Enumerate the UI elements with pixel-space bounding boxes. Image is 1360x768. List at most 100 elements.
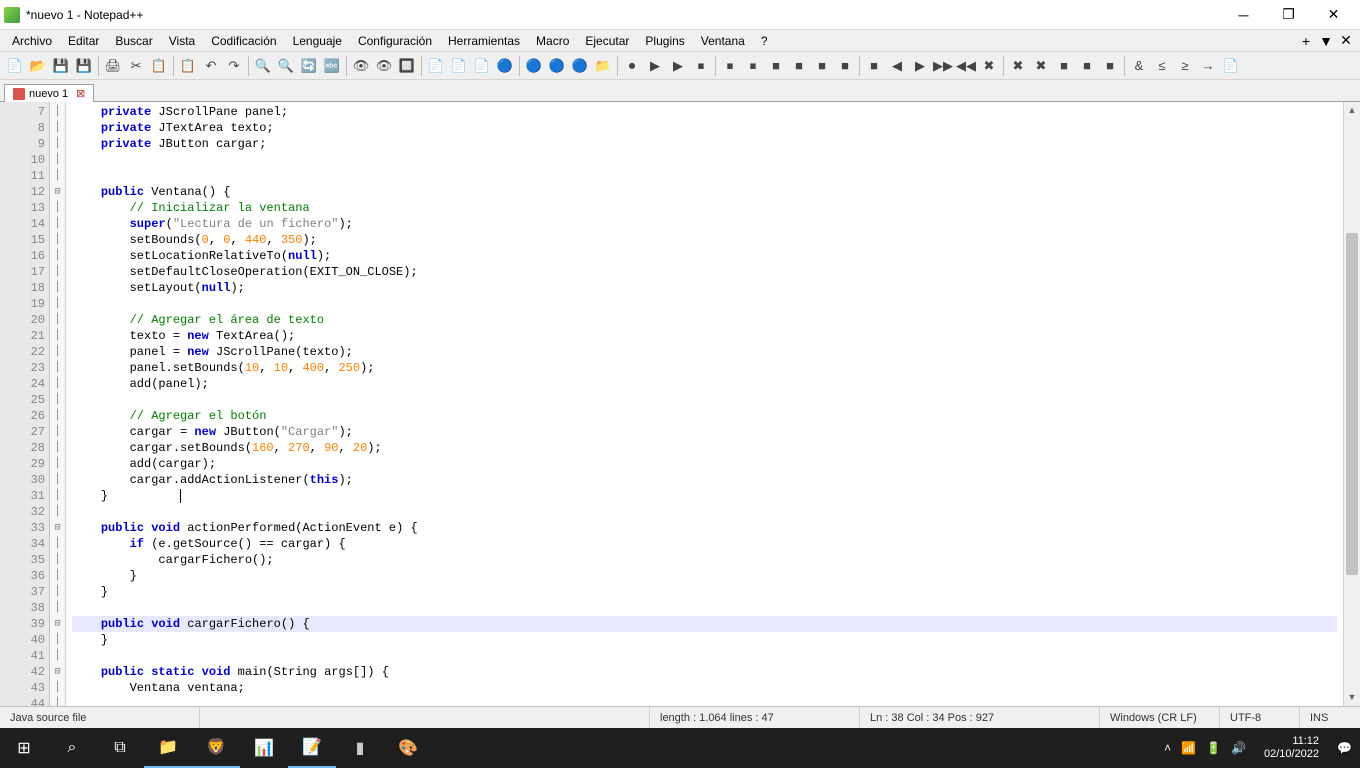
toolbar-btn-21[interactable]: 🔵 (523, 55, 545, 77)
powerpoint-icon[interactable]: 📊 (240, 728, 288, 768)
menu-plus-icon[interactable]: + (1296, 33, 1316, 49)
menu-herramientas[interactable]: Herramientas (440, 32, 528, 50)
status-encoding[interactable]: UTF-8 (1220, 707, 1300, 728)
menu-codificacion[interactable]: Codificación (203, 32, 284, 50)
toolbar-btn-25[interactable]: ⏺ (621, 55, 643, 77)
toolbar-btn-12[interactable]: 🔄 (298, 55, 320, 77)
status-mode[interactable]: INS (1300, 707, 1360, 728)
toolbar-btn-7[interactable]: 📋 (177, 55, 199, 77)
toolbar-btn-41[interactable]: ✖ (1007, 55, 1029, 77)
fold-gutter[interactable]: │││││⊟││││││││││││││││││││⊟│││││⊟││⊟│││ (50, 102, 66, 706)
toolbar-btn-13[interactable]: 🔤 (321, 55, 343, 77)
toolbar-btn-30[interactable]: ⏹ (742, 55, 764, 77)
toolbar-btn-14[interactable]: 👁 (350, 55, 372, 77)
editor[interactable]: 7891011121314151617181920212223242526272… (0, 102, 1360, 706)
toolbar-btn-33[interactable]: ■ (811, 55, 833, 77)
toolbar-btn-36[interactable]: ◀ (886, 55, 908, 77)
toolbar-btn-17[interactable]: 📄 (425, 55, 447, 77)
toolbar-btn-32[interactable]: ■ (788, 55, 810, 77)
toolbar-btn-15[interactable]: 👁 (373, 55, 395, 77)
toolbar-btn-34[interactable]: ■ (834, 55, 856, 77)
toolbar-btn-47[interactable]: ≤ (1151, 55, 1173, 77)
scroll-up-icon[interactable]: ▲ (1344, 102, 1360, 119)
menu-help[interactable]: ? (753, 32, 776, 50)
notifications-icon[interactable]: 💬 (1337, 741, 1352, 755)
toolbar-btn-1[interactable]: 📂 (27, 55, 49, 77)
paint-icon[interactable]: 🎨 (384, 728, 432, 768)
toolbar-btn-5[interactable]: ✂ (125, 55, 147, 77)
start-button[interactable]: ⊞ (0, 728, 48, 768)
toolbar-btn-9[interactable]: ↷ (223, 55, 245, 77)
toolbar-btn-2[interactable]: 💾 (50, 55, 72, 77)
tray-chevron-icon[interactable]: ˄ (1164, 741, 1171, 755)
status-length: length : 1.064 lines : 47 (650, 707, 860, 728)
brave-icon[interactable]: 🦁 (192, 728, 240, 768)
toolbar-btn-45[interactable]: ■ (1099, 55, 1121, 77)
toolbar-btn-43[interactable]: ■ (1053, 55, 1075, 77)
toolbar-btn-48[interactable]: ≥ (1174, 55, 1196, 77)
toolbar-btn-23[interactable]: 🔵 (569, 55, 591, 77)
taskview-icon[interactable]: ⧉ (96, 728, 144, 768)
menu-lenguaje[interactable]: Lenguaje (285, 32, 350, 50)
toolbar-btn-8[interactable]: ↶ (200, 55, 222, 77)
vertical-scrollbar[interactable]: ▲ ▼ (1343, 102, 1360, 706)
terminal-icon[interactable]: ▮ (336, 728, 384, 768)
toolbar-btn-44[interactable]: ■ (1076, 55, 1098, 77)
battery-icon[interactable]: 🔋 (1206, 741, 1221, 755)
search-icon[interactable]: ⌕ (48, 728, 96, 768)
maximize-button[interactable]: ❐ (1266, 0, 1311, 30)
toolbar-btn-26[interactable]: ▶ (644, 55, 666, 77)
clock-time: 11:12 (1264, 735, 1319, 748)
menu-vista[interactable]: Vista (161, 32, 203, 50)
menu-macro[interactable]: Macro (528, 32, 577, 50)
toolbar-btn-24[interactable]: 📁 (592, 55, 614, 77)
toolbar-btn-22[interactable]: 🔵 (546, 55, 568, 77)
toolbar-btn-38[interactable]: ▶▶ (932, 55, 954, 77)
toolbar-btn-42[interactable]: ✖ (1030, 55, 1052, 77)
tab-nuevo-1[interactable]: nuevo 1 ⊠ (4, 84, 94, 102)
toolbar-btn-49[interactable]: → (1197, 55, 1219, 77)
notepadpp-icon[interactable]: 📝 (288, 728, 336, 768)
toolbar-btn-6[interactable]: 📋 (148, 55, 170, 77)
toolbar-btn-20[interactable]: 🔵 (494, 55, 516, 77)
toolbar-btn-46[interactable]: & (1128, 55, 1150, 77)
toolbar-btn-40[interactable]: ✖ (978, 55, 1000, 77)
scroll-track[interactable] (1344, 119, 1360, 689)
toolbar-btn-10[interactable]: 🔍 (252, 55, 274, 77)
menu-ejecutar[interactable]: Ejecutar (577, 32, 637, 50)
toolbar-btn-0[interactable]: 📄 (4, 55, 26, 77)
minimize-button[interactable]: ─ (1221, 0, 1266, 30)
toolbar-btn-35[interactable]: ■ (863, 55, 885, 77)
toolbar-btn-39[interactable]: ◀◀ (955, 55, 977, 77)
toolbar-btn-3[interactable]: 💾 (73, 55, 95, 77)
toolbar-btn-4[interactable]: 🖨 (102, 55, 124, 77)
toolbar-btn-27[interactable]: ▶ (667, 55, 689, 77)
toolbar-btn-50[interactable]: 📄 (1220, 55, 1242, 77)
scroll-thumb[interactable] (1346, 233, 1358, 575)
tab-close-icon[interactable]: ⊠ (76, 87, 85, 100)
menu-plugins[interactable]: Plugins (637, 32, 692, 50)
toolbar-btn-37[interactable]: ▶ (909, 55, 931, 77)
menu-archivo[interactable]: Archivo (4, 32, 60, 50)
toolbar-btn-29[interactable]: ⏹ (719, 55, 741, 77)
toolbar-btn-28[interactable]: ⏹ (690, 55, 712, 77)
toolbar-btn-19[interactable]: 📄 (471, 55, 493, 77)
clock[interactable]: 11:12 02/10/2022 (1256, 735, 1327, 761)
menu-close-icon[interactable]: ✕ (1336, 32, 1356, 49)
toolbar-btn-18[interactable]: 📄 (448, 55, 470, 77)
scroll-down-icon[interactable]: ▼ (1344, 689, 1360, 706)
toolbar-btn-31[interactable]: ■ (765, 55, 787, 77)
toolbar-btn-11[interactable]: 🔍 (275, 55, 297, 77)
menu-ventana[interactable]: Ventana (693, 32, 753, 50)
menu-dropdown-icon[interactable]: ▼ (1316, 33, 1336, 49)
menu-configuracion[interactable]: Configuración (350, 32, 440, 50)
close-button[interactable]: ✕ (1311, 0, 1356, 30)
explorer-icon[interactable]: 📁 (144, 728, 192, 768)
menu-buscar[interactable]: Buscar (107, 32, 160, 50)
code-area[interactable]: private JScrollPane panel; private JText… (66, 102, 1343, 706)
toolbar-btn-16[interactable]: 🔲 (396, 55, 418, 77)
wifi-icon[interactable]: 📶 (1181, 741, 1196, 755)
status-eol[interactable]: Windows (CR LF) (1100, 707, 1220, 728)
volume-icon[interactable]: 🔊 (1231, 741, 1246, 755)
menu-editar[interactable]: Editar (60, 32, 107, 50)
